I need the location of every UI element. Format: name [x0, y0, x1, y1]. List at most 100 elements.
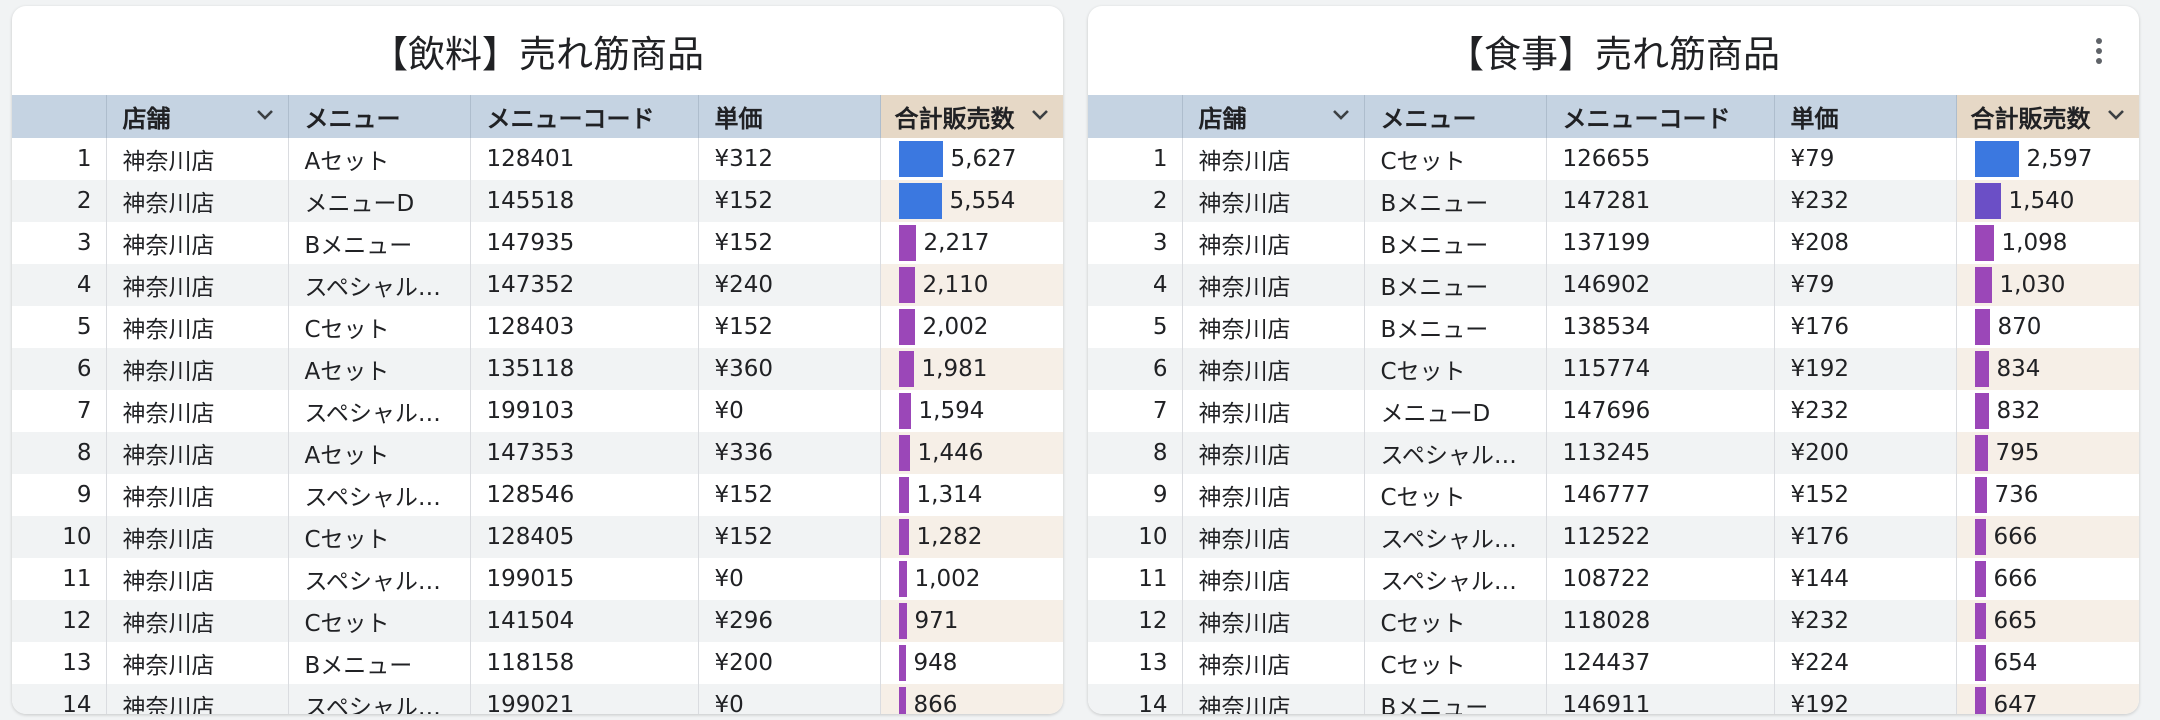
table-row[interactable]: 7 神奈川店 スペシャル… 199103 ¥0 1,594	[12, 390, 1063, 432]
menu-cell: Bメニュー	[288, 642, 471, 684]
total-column-header[interactable]: 合計販売数	[1956, 95, 2139, 138]
table-row[interactable]: 6 神奈川店 Cセット 115774 ¥192 834	[1088, 348, 2139, 390]
table-row[interactable]: 5 神奈川店 Bメニュー 138534 ¥176 870	[1088, 306, 2139, 348]
table-row[interactable]: 10 神奈川店 Cセット 128405 ¥152 1,282	[12, 516, 1063, 558]
menu-cell: スペシャル…	[288, 264, 471, 306]
sales-bar	[898, 435, 910, 471]
table-row[interactable]: 2 神奈川店 メニューD 145518 ¥152 5,554	[12, 180, 1063, 222]
food-table: 店舗 メニュー メニューコード 単価 合計販売数 1 神奈川店 Cセット 126655…	[1088, 95, 2139, 714]
price-column-header[interactable]: 単価	[1774, 95, 1957, 138]
price-cell: ¥176	[1774, 516, 1957, 558]
code-cell: 115774	[1546, 348, 1775, 390]
code-cell: 128405	[470, 516, 699, 558]
sort-chevron-down-icon[interactable]	[2107, 108, 2125, 122]
table-row[interactable]: 14 神奈川店 Bメニュー 146911 ¥192 647	[1088, 684, 2139, 714]
table-row[interactable]: 2 神奈川店 Bメニュー 147281 ¥232 1,540	[1088, 180, 2139, 222]
sales-value: 1,594	[918, 398, 985, 424]
menu-cell: Cセット	[1364, 348, 1547, 390]
table-row[interactable]: 12 神奈川店 Cセット 141504 ¥296 971	[12, 600, 1063, 642]
row-number-cell: 13	[1088, 642, 1183, 684]
row-number-cell: 2	[12, 180, 107, 222]
total-cell: 736	[1956, 474, 2139, 516]
sort-chevron-down-icon[interactable]	[1031, 108, 1049, 122]
code-cell: 146902	[1546, 264, 1775, 306]
table-row[interactable]: 14 神奈川店 スペシャル… 199021 ¥0 866	[12, 684, 1063, 714]
sales-value: 1,002	[914, 566, 981, 592]
code-cell: 147696	[1546, 390, 1775, 432]
sales-value: 1,030	[1999, 272, 2066, 298]
header-row: 店舗 メニュー メニューコード 単価 合計販売数	[1088, 95, 2139, 138]
table-row[interactable]: 13 神奈川店 Cセット 124437 ¥224 654	[1088, 642, 2139, 684]
table-row[interactable]: 10 神奈川店 スペシャル… 112522 ¥176 666	[1088, 516, 2139, 558]
price-cell: ¥192	[1774, 348, 1957, 390]
sales-value: 866	[913, 692, 958, 714]
code-column-header[interactable]: メニューコード	[1546, 95, 1775, 138]
code-cell: 199021	[470, 684, 699, 714]
row-number-cell: 5	[1088, 306, 1183, 348]
menu-cell: スペシャル…	[1364, 516, 1547, 558]
chevron-down-icon[interactable]	[256, 108, 274, 122]
price-cell: ¥200	[1774, 432, 1957, 474]
menu-column-header[interactable]: メニュー	[288, 95, 471, 138]
total-cell: 2,597	[1956, 138, 2139, 180]
table-row[interactable]: 13 神奈川店 Bメニュー 118158 ¥200 948	[12, 642, 1063, 684]
table-row[interactable]: 5 神奈川店 Cセット 128403 ¥152 2,002	[12, 306, 1063, 348]
sales-bar	[898, 561, 907, 597]
table-row[interactable]: 12 神奈川店 Cセット 118028 ¥232 665	[1088, 600, 2139, 642]
row-number-cell: 12	[1088, 600, 1183, 642]
menu-cell: Bメニュー	[1364, 306, 1547, 348]
chevron-down-icon[interactable]	[1332, 108, 1350, 122]
drinks-table-card: 【飲料】売れ筋商品 店舗 メニュー メニューコード 単価 合計販売数 1 神奈川店…	[12, 6, 1063, 714]
store-column-header[interactable]: 店舗	[1182, 95, 1365, 138]
table-row[interactable]: 1 神奈川店 Cセット 126655 ¥79 2,597	[1088, 138, 2139, 180]
menu-column-header[interactable]: メニュー	[1364, 95, 1547, 138]
code-column-header[interactable]: メニューコード	[470, 95, 699, 138]
sales-value: 666	[1993, 566, 2038, 592]
table-row[interactable]: 4 神奈川店 Bメニュー 146902 ¥79 1,030	[1088, 264, 2139, 306]
table-row[interactable]: 3 神奈川店 Bメニュー 147935 ¥152 2,217	[12, 222, 1063, 264]
total-column-header[interactable]: 合計販売数	[880, 95, 1063, 138]
table-row[interactable]: 3 神奈川店 Bメニュー 137199 ¥208 1,098	[1088, 222, 2139, 264]
price-column-header[interactable]: 単価	[698, 95, 881, 138]
table-row[interactable]: 7 神奈川店 メニューD 147696 ¥232 832	[1088, 390, 2139, 432]
store-cell: 神奈川店	[106, 516, 289, 558]
row-number-cell: 10	[12, 516, 107, 558]
table-row[interactable]: 9 神奈川店 スペシャル… 128546 ¥152 1,314	[12, 474, 1063, 516]
table-row[interactable]: 11 神奈川店 スペシャル… 199015 ¥0 1,002	[12, 558, 1063, 600]
menu-cell: スペシャル…	[1364, 558, 1547, 600]
menu-cell: Aセット	[288, 432, 471, 474]
sales-value: 834	[1996, 356, 2041, 382]
code-cell: 118158	[470, 642, 699, 684]
total-cell: 5,627	[880, 138, 1063, 180]
sales-bar	[1974, 435, 1988, 471]
code-cell: 147281	[1546, 180, 1775, 222]
table-row[interactable]: 8 神奈川店 スペシャル… 113245 ¥200 795	[1088, 432, 2139, 474]
table-row[interactable]: 11 神奈川店 スペシャル… 108722 ¥144 666	[1088, 558, 2139, 600]
store-cell: 神奈川店	[1182, 684, 1365, 714]
store-cell: 神奈川店	[106, 222, 289, 264]
store-cell: 神奈川店	[1182, 390, 1365, 432]
price-cell: ¥79	[1774, 264, 1957, 306]
row-number-cell: 7	[12, 390, 107, 432]
table-row[interactable]: 8 神奈川店 Aセット 147353 ¥336 1,446	[12, 432, 1063, 474]
store-header-label: 店舗	[122, 105, 171, 133]
store-cell: 神奈川店	[106, 138, 289, 180]
sales-bar	[898, 687, 906, 714]
total-cell: 1,540	[1956, 180, 2139, 222]
table-body: 1 神奈川店 Cセット 126655 ¥79 2,597 2 神奈川店 Bメニュー 147281 ¥…	[1088, 138, 2139, 714]
table-row[interactable]: 1 神奈川店 Aセット 128401 ¥312 5,627	[12, 138, 1063, 180]
total-cell: 1,030	[1956, 264, 2139, 306]
sales-value: 5,627	[950, 146, 1017, 172]
sales-value: 1,282	[916, 524, 983, 550]
row-number-cell: 10	[1088, 516, 1183, 558]
table-row[interactable]: 6 神奈川店 Aセット 135118 ¥360 1,981	[12, 348, 1063, 390]
code-cell: 147352	[470, 264, 699, 306]
code-cell: 112522	[1546, 516, 1775, 558]
table-row[interactable]: 9 神奈川店 Cセット 146777 ¥152 736	[1088, 474, 2139, 516]
more-vert-icon[interactable]	[2095, 38, 2103, 64]
store-column-header[interactable]: 店舗	[106, 95, 289, 138]
menu-cell: Cセット	[1364, 642, 1547, 684]
total-cell: 647	[1956, 684, 2139, 714]
table-row[interactable]: 4 神奈川店 スペシャル… 147352 ¥240 2,110	[12, 264, 1063, 306]
sales-value: 1,446	[917, 440, 984, 466]
